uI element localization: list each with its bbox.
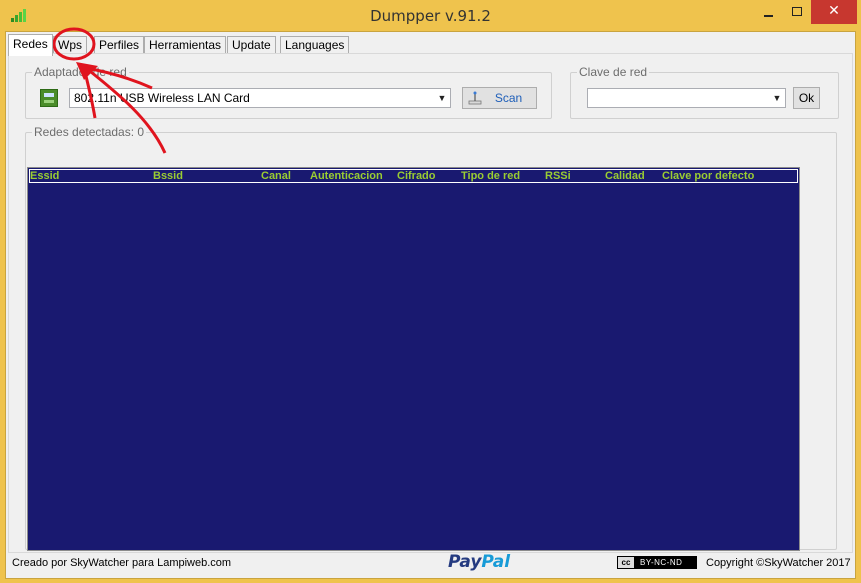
column-header-canal[interactable]: Canal [261, 170, 291, 182]
paypal-pal: Pal [481, 552, 511, 572]
column-header-cifrado[interactable]: Cifrado [397, 170, 436, 182]
adapter-select-value: 802.11n USB Wireless LAN Card [74, 91, 250, 105]
minimize-icon [764, 15, 773, 17]
tab-panel-redes: Adaptador de red 802.11n USB Wireless LA… [8, 53, 853, 553]
network-key-select[interactable]: ▼ [587, 88, 786, 108]
adapter-group: Adaptador de red 802.11n USB Wireless LA… [25, 65, 552, 119]
adapter-group-legend: Adaptador de red [32, 65, 129, 79]
column-header-calidad[interactable]: Calidad [605, 170, 645, 182]
scan-button-label: Scan [494, 91, 523, 105]
column-header-clave-por-defecto[interactable]: Clave por defecto [662, 170, 754, 182]
detected-networks-legend: Redes detectadas: 0 [32, 125, 147, 139]
chevron-down-icon: ▼ [437, 93, 447, 103]
license-label: BY-NC-ND [640, 558, 683, 567]
cc-icon: cc [618, 557, 634, 568]
network-list-header: Essid Bssid Canal Autenticacion Cifrado … [29, 169, 798, 183]
paypal-pay: Pay [448, 552, 482, 572]
credit-text: Creado por SkyWatcher para Lampiweb.com [12, 557, 232, 569]
title-bar: Dumpper v.91.2 ✕ [0, 0, 861, 31]
paypal-logo[interactable]: PayPal [448, 552, 510, 572]
network-adapter-icon [40, 89, 58, 107]
minimize-button[interactable] [753, 0, 783, 24]
column-header-rssi[interactable]: RSSi [545, 170, 571, 182]
creative-commons-badge[interactable]: cc BY-NC-ND [617, 556, 697, 569]
column-header-tipo-de-red[interactable]: Tipo de red [461, 170, 520, 182]
close-icon: ✕ [828, 3, 840, 19]
column-header-essid[interactable]: Essid [30, 170, 59, 182]
copyright-text: Copyright ©SkyWatcher 2017 [706, 557, 851, 569]
adapter-select[interactable]: 802.11n USB Wireless LAN Card ▼ [69, 88, 451, 108]
network-key-group-legend: Clave de red [577, 65, 650, 79]
tab-redes[interactable]: Redes [8, 34, 53, 56]
window-title: Dumpper v.91.2 [370, 7, 491, 25]
wireless-scan-icon [468, 91, 482, 105]
maximize-button[interactable] [783, 0, 811, 24]
network-key-group: Clave de red ▼ Ok [570, 65, 839, 119]
network-list[interactable]: Essid Bssid Canal Autenticacion Cifrado … [27, 167, 800, 551]
ok-button[interactable]: Ok [793, 87, 820, 109]
close-button[interactable]: ✕ [811, 0, 857, 24]
scan-button[interactable]: Scan [462, 87, 537, 109]
column-header-bssid[interactable]: Bssid [153, 170, 183, 182]
chevron-down-icon: ▼ [772, 93, 782, 103]
column-header-autenticacion[interactable]: Autenticacion [310, 170, 383, 182]
maximize-icon [792, 7, 802, 16]
client-area: Redes Wps Perfiles Herramientas Update L… [5, 31, 856, 579]
